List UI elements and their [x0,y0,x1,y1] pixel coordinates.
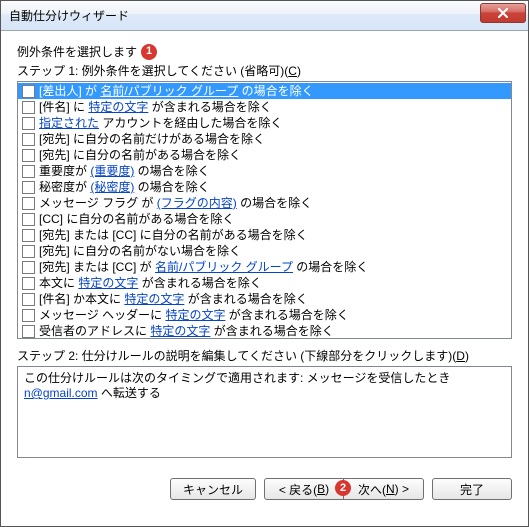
list-item-text: [宛先] に自分の名前がある場合を除く [39,148,241,162]
list-item[interactable]: 指定された アカウントを経由した場合を除く [18,115,511,131]
list-item-text: 受信者のアドレスに 特定の文字 が含まれる場合を除く [39,324,334,338]
list-item-link[interactable]: (重要度) [90,164,134,178]
list-item[interactable]: [件名] か本文に 特定の文字 が含まれる場合を除く [18,291,511,307]
back-button[interactable]: < 戻る(B) [264,478,344,500]
finish-button[interactable]: 完了 [432,478,512,500]
list-item-text: [宛先] または [CC] に自分の名前がある場合を除く [39,228,308,242]
button-bar: キャンセル < 戻る(B) 2 次へ(N) > 完了 [1,468,528,514]
checkbox[interactable] [22,149,35,162]
callout-badge-2: 2 [335,480,351,496]
list-item-link[interactable]: 指定された [39,116,99,130]
list-item-text: メッセージ フラグ が (フラグの内容) の場合を除く [39,196,312,210]
list-item[interactable]: [宛先] に自分の名前がない場合を除く [18,243,511,259]
checkbox[interactable] [22,325,35,338]
list-item[interactable]: [宛先] または [CC] が 名前/パブリック グループ の場合を除く [18,259,511,275]
intro-row: 例外条件を選択します 1 [17,43,512,60]
callout-badge-1: 1 [141,44,157,60]
titlebar: 自動仕分けウィザード [1,1,528,31]
list-item[interactable]: メッセージ ヘッダーに 特定の文字 が含まれる場合を除く [18,307,511,323]
checkbox[interactable] [22,165,35,178]
desc-line-1: この仕分けルールは次のタイミングで適用されます: メッセージを受信したとき [24,371,505,386]
checkbox[interactable] [22,261,35,274]
checkbox[interactable] [22,309,35,322]
rule-description-box[interactable]: この仕分けルールは次のタイミングで適用されます: メッセージを受信したとき n@… [17,366,512,458]
checkbox[interactable] [22,213,35,226]
checkbox[interactable] [22,245,35,258]
checkbox[interactable] [22,293,35,306]
list-item[interactable]: [宛先] または [CC] に自分の名前がある場合を除く [18,227,511,243]
list-item[interactable]: [差出人] が 名前/パブリック グループ の場合を除く [18,83,511,99]
list-item-link[interactable]: 名前/パブリック グループ [100,84,238,98]
checkbox[interactable] [22,277,35,290]
list-item[interactable]: 秘密度が (秘密度) の場合を除く [18,179,511,195]
list-item-text: [件名] に 特定の文字 が含まれる場合を除く [39,100,272,114]
cancel-button[interactable]: キャンセル [170,478,256,500]
list-item[interactable]: メッセージ フラグ が (フラグの内容) の場合を除く [18,195,511,211]
list-item-text: [差出人] が 名前/パブリック グループ の場合を除く [39,84,314,98]
list-item-link[interactable]: 特定の文字 [150,324,210,338]
list-item[interactable]: [件名] に 特定の文字 が含まれる場合を除く [18,99,511,115]
list-item-text: [CC] に自分の名前がある場合を除く [39,212,234,226]
list-item[interactable]: [CC] に自分の名前がある場合を除く [18,211,511,227]
close-icon [497,8,509,18]
list-item-text: 秘密度が (秘密度) の場合を除く [39,180,210,194]
list-item-text: [件名] か本文に 特定の文字 が含まれる場合を除く [39,292,308,306]
checkbox[interactable] [22,197,35,210]
step2-label: ステップ 2: 仕分けルールの説明を編集してください (下線部分をクリックします… [17,347,512,364]
list-item[interactable]: 本文に 特定の文字 が含まれる場合を除く [18,275,511,291]
nav-button-group: < 戻る(B) 2 次へ(N) > [264,478,424,500]
list-item[interactable]: 重要度が (重要度) の場合を除く [18,163,511,179]
desc-line-2: n@gmail.com へ転送する [24,386,505,401]
desc-forward-link[interactable]: n@gmail.com [24,386,98,400]
list-item-link[interactable]: 特定の文字 [165,308,225,322]
list-item-link[interactable]: (フラグの内容) [157,196,237,210]
list-item-link[interactable]: 名前/パブリック グループ [155,260,293,274]
list-item-text: [宛先] に自分の名前だけがある場合を除く [39,132,265,146]
list-item-link[interactable]: 特定の文字 [124,292,184,306]
checkbox[interactable] [22,117,35,130]
list-item-text: 指定された アカウントを経由した場合を除く [39,116,282,130]
close-button[interactable] [480,3,526,23]
list-item-text: メッセージ ヘッダーに 特定の文字 が含まれる場合を除く [39,308,349,322]
step1-label: ステップ 1: 例外条件を選択してください (省略可)(C) [17,62,512,79]
content-area: 例外条件を選択します 1 ステップ 1: 例外条件を選択してください (省略可)… [1,31,528,468]
list-item-link[interactable]: 特定の文字 [88,100,148,114]
checkbox[interactable] [22,181,35,194]
checkbox[interactable] [22,101,35,114]
checkbox[interactable] [22,229,35,242]
list-item-text: [宛先] または [CC] が 名前/パブリック グループ の場合を除く [39,260,368,274]
list-item[interactable]: [宛先] に自分の名前がある場合を除く [18,147,511,163]
list-item-link[interactable]: 特定の文字 [78,276,138,290]
list-item[interactable]: [宛先] に自分の名前だけがある場合を除く [18,131,511,147]
list-item[interactable]: 受信者のアドレスに 特定の文字 が含まれる場合を除く [18,323,511,339]
next-button[interactable]: 次へ(N) > [344,478,424,500]
list-item-text: [宛先] に自分の名前がない場合を除く [39,244,241,258]
checkbox[interactable] [22,133,35,146]
list-item-link[interactable]: (秘密度) [90,180,134,194]
list-item-text: 本文に 特定の文字 が含まれる場合を除く [39,276,262,290]
window-title: 自動仕分けウィザード [9,7,129,24]
checkbox[interactable] [22,85,35,98]
list-item-text: 重要度が (重要度) の場合を除く [39,164,210,178]
exception-listbox[interactable]: [差出人] が 名前/パブリック グループ の場合を除く [件名] に 特定の文字… [17,81,512,339]
intro-text: 例外条件を選択します [17,43,137,60]
